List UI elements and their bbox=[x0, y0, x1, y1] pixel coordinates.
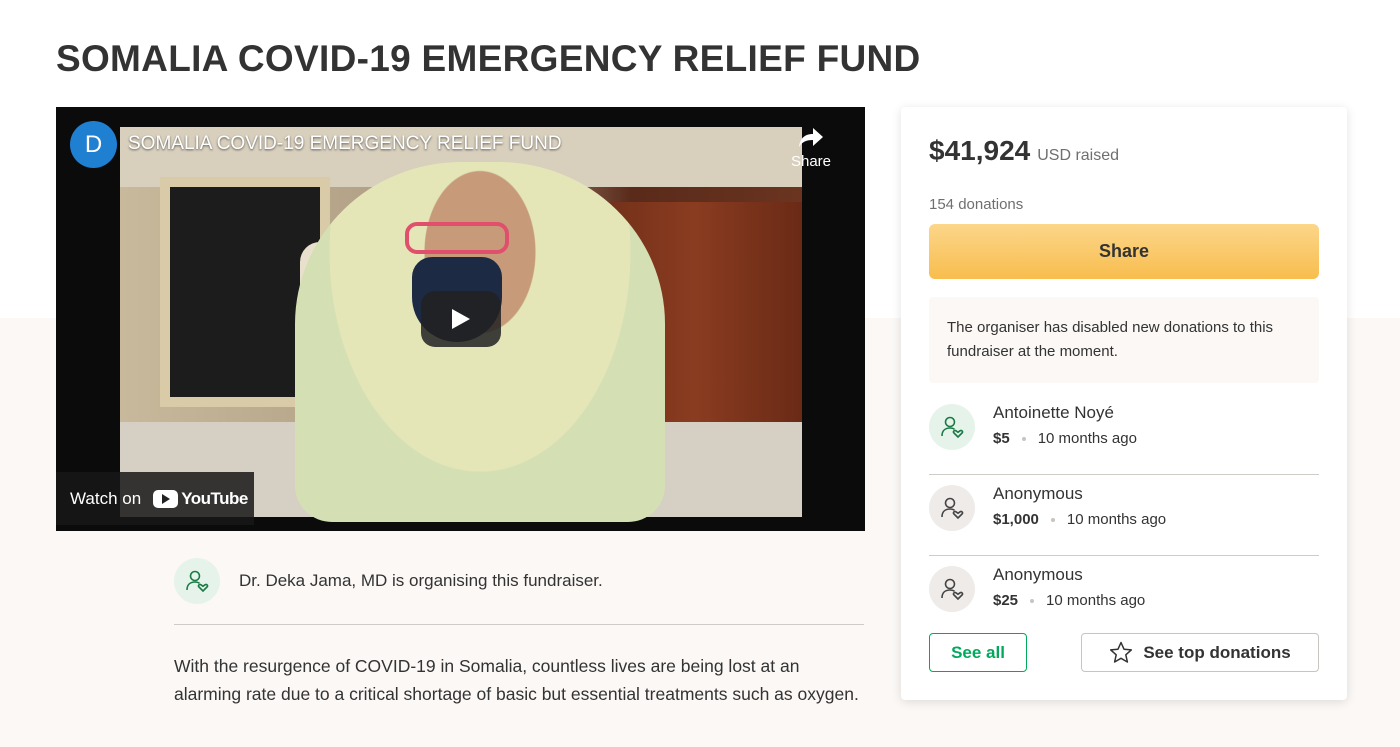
user-heart-icon bbox=[941, 497, 964, 520]
organiser-text: Dr. Deka Jama, MD is organising this fun… bbox=[239, 571, 603, 590]
see-top-donations-button[interactable]: See top donations bbox=[1081, 633, 1319, 672]
separator-dot bbox=[1030, 598, 1035, 603]
see-top-label: See top donations bbox=[1143, 642, 1291, 662]
video-player[interactable]: D SOMALIA COVID-19 EMERGENCY RELIEF FUND… bbox=[56, 107, 865, 531]
watch-on-youtube-link[interactable]: Watch on YouTube bbox=[56, 472, 254, 525]
donor-name: Antoinette Noyé bbox=[993, 403, 1114, 422]
star-icon bbox=[1110, 641, 1133, 663]
share-button[interactable]: Share bbox=[929, 224, 1319, 279]
donor-meta: $1,000 10 months ago bbox=[993, 511, 1166, 528]
separator-dot bbox=[1050, 517, 1055, 522]
donor-item: Anonymous $1,000 10 months ago bbox=[929, 475, 1319, 556]
donor-item: Anonymous $25 10 months ago bbox=[929, 556, 1319, 637]
channel-avatar[interactable]: D bbox=[70, 121, 117, 168]
donor-time: 10 months ago bbox=[1037, 430, 1137, 447]
play-button[interactable] bbox=[421, 291, 501, 347]
user-heart-icon bbox=[186, 570, 209, 593]
donor-name: Anonymous bbox=[993, 484, 1083, 503]
youtube-logo-icon: YouTube bbox=[153, 489, 248, 509]
user-heart-icon bbox=[941, 578, 964, 601]
donations-disabled-notice: The organiser has disabled new donations… bbox=[929, 297, 1319, 383]
share-arrow-icon bbox=[799, 128, 823, 147]
watch-on-label: Watch on bbox=[70, 488, 142, 508]
donor-avatar bbox=[929, 485, 975, 531]
raised-amount: $41,924 bbox=[929, 135, 1031, 166]
video-title[interactable]: SOMALIA COVID-19 EMERGENCY RELIEF FUND bbox=[128, 133, 562, 155]
donor-meta: $25 10 months ago bbox=[993, 592, 1145, 609]
donor-amount: $1,000 bbox=[993, 511, 1039, 528]
donor-meta: $5 10 months ago bbox=[993, 430, 1137, 447]
donor-avatar bbox=[929, 404, 975, 450]
raised-summary: $41,924 USD raised bbox=[929, 135, 1119, 167]
donor-name: Anonymous bbox=[993, 565, 1083, 584]
donor-amount: $25 bbox=[993, 592, 1019, 609]
organiser-row: Dr. Deka Jama, MD is organising this fun… bbox=[174, 558, 864, 625]
video-share-label: Share bbox=[790, 153, 832, 170]
donation-count: 154 donations bbox=[929, 196, 1024, 213]
youtube-label: YouTube bbox=[181, 488, 248, 508]
raised-label: USD raised bbox=[1037, 147, 1120, 164]
donor-time: 10 months ago bbox=[1046, 592, 1146, 609]
donor-avatar bbox=[929, 566, 975, 612]
separator-dot bbox=[1021, 436, 1026, 441]
donor-amount: $5 bbox=[993, 430, 1010, 447]
page-title: SOMALIA COVID-19 EMERGENCY RELIEF FUND bbox=[56, 38, 921, 79]
organiser-icon bbox=[174, 558, 220, 604]
video-share-button[interactable]: Share bbox=[787, 127, 835, 170]
see-all-button[interactable]: See all bbox=[929, 633, 1027, 672]
user-heart-icon bbox=[941, 416, 964, 439]
donation-card: $41,924 USD raised 154 donations Share T… bbox=[901, 107, 1347, 700]
donor-item: Antoinette Noyé $5 10 months ago bbox=[929, 394, 1319, 475]
donor-time: 10 months ago bbox=[1066, 511, 1167, 528]
story-text: With the resurgence of COVID-19 in Somal… bbox=[174, 656, 859, 704]
play-icon bbox=[452, 309, 470, 329]
